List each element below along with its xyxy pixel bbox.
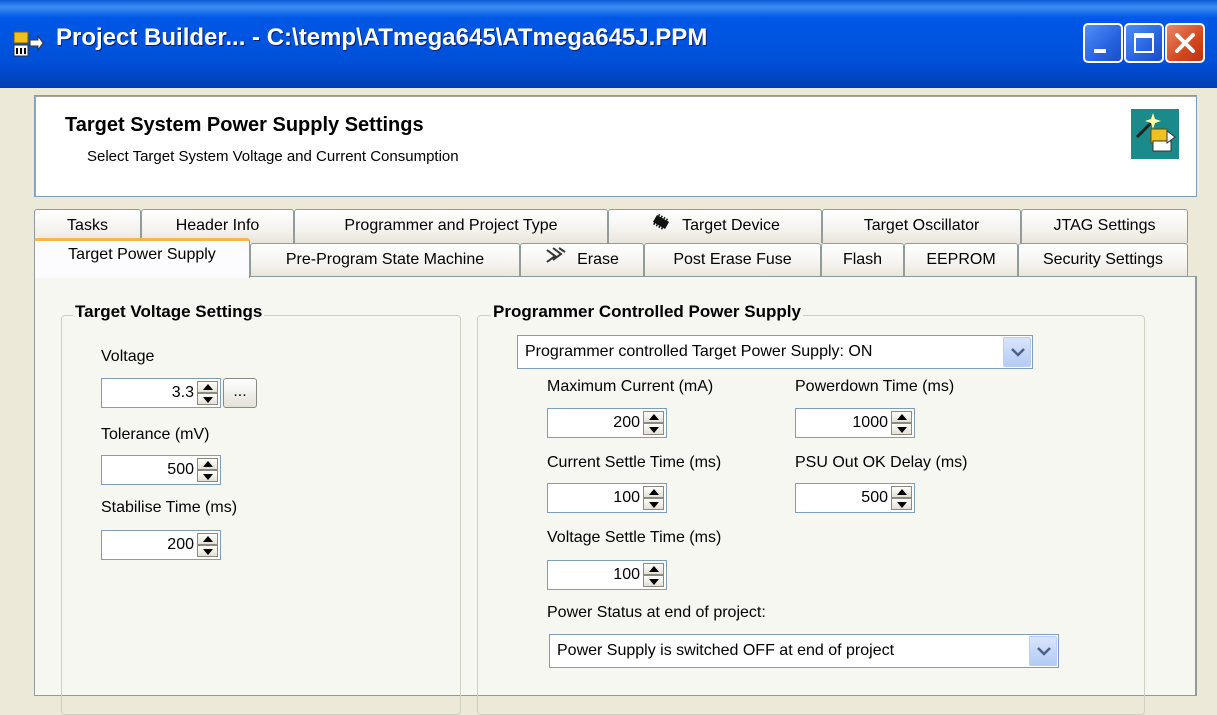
tab-target-device[interactable]: Target Device <box>608 209 822 243</box>
max-current-down-arrow-icon[interactable] <box>643 423 664 435</box>
wizard-icon <box>1131 109 1179 159</box>
max-current-up-arrow-icon[interactable] <box>643 411 664 423</box>
voltage-settle-time-value: 100 <box>613 566 640 583</box>
tab-post-erase-fuse[interactable]: Post Erase Fuse <box>644 243 821 277</box>
tolerance-label: Tolerance (mV) <box>101 426 210 443</box>
project-builder-icon[interactable] <box>12 28 44 60</box>
voltage-settle-time-spinbox[interactable]: 100 <box>547 560 667 590</box>
stabilise-up-arrow-icon[interactable] <box>197 533 218 545</box>
tolerance-value: 500 <box>167 461 194 478</box>
stabilise-time-spinbox[interactable]: 200 <box>101 530 221 560</box>
tab-target-power-supply[interactable]: Target Power Supply <box>34 238 250 278</box>
chip-icon <box>650 210 672 242</box>
tolerance-up-arrow-icon[interactable] <box>197 458 218 470</box>
voltage-up-arrow-icon[interactable] <box>197 381 218 393</box>
voltage-settle-time-label: Voltage Settle Time (ms) <box>547 529 722 546</box>
chevron-down-icon[interactable] <box>1003 337 1031 367</box>
voltage-value: 3.3 <box>171 384 194 401</box>
header-panel: Target System Power Supply Settings Sele… <box>34 95 1197 197</box>
target-voltage-group-title: Target Voltage Settings <box>73 302 265 322</box>
page-subtitle: Select Target System Voltage and Current… <box>87 148 459 165</box>
window-title: Project Builder... - C:\temp\ATmega645\A… <box>56 24 708 51</box>
powerdown-time-value: 1000 <box>852 414 888 431</box>
current-settle-up-arrow-icon[interactable] <box>643 486 664 498</box>
voltage-settle-down-arrow-icon[interactable] <box>643 575 664 587</box>
minimize-button[interactable] <box>1083 23 1123 63</box>
tolerance-down-arrow-icon[interactable] <box>197 470 218 482</box>
voltage-down-arrow-icon[interactable] <box>197 393 218 405</box>
powerdown-down-arrow-icon[interactable] <box>891 423 912 435</box>
power-status-label: Power Status at end of project: <box>547 604 766 621</box>
page-title: Target System Power Supply Settings <box>65 114 424 136</box>
tab-target-oscillator[interactable]: Target Oscillator <box>822 209 1021 243</box>
stabilise-down-arrow-icon[interactable] <box>197 545 218 557</box>
powerdown-time-label: Powerdown Time (ms) <box>795 378 955 395</box>
tab-erase[interactable]: Erase <box>520 243 644 277</box>
tab-jtag-settings[interactable]: JTAG Settings <box>1021 209 1188 243</box>
tab-eeprom[interactable]: EEPROM <box>904 243 1018 277</box>
title-bar[interactable]: Project Builder... - C:\temp\ATmega645\A… <box>0 0 1217 88</box>
current-settle-down-arrow-icon[interactable] <box>643 498 664 510</box>
power-supply-group-title: Programmer Controlled Power Supply <box>491 302 803 322</box>
max-current-label: Maximum Current (mA) <box>547 378 714 395</box>
power-supply-mode-select[interactable]: Programmer controlled Target Power Suppl… <box>517 335 1033 369</box>
tab-pre-program-state-machine[interactable]: Pre-Program State Machine <box>250 243 520 277</box>
powerdown-time-spinbox[interactable]: 1000 <box>795 408 915 438</box>
voltage-label: Voltage <box>101 348 155 365</box>
max-current-value: 200 <box>613 414 640 431</box>
tab-security-settings[interactable]: Security Settings <box>1018 243 1188 277</box>
chevron-down-icon[interactable] <box>1029 636 1057 666</box>
psu-ok-down-arrow-icon[interactable] <box>891 498 912 510</box>
psu-out-ok-delay-label: PSU Out OK Delay (ms) <box>795 454 968 471</box>
current-settle-time-label: Current Settle Time (ms) <box>547 454 722 471</box>
close-button[interactable] <box>1165 23 1205 63</box>
psu-out-ok-delay-spinbox[interactable]: 500 <box>795 483 915 513</box>
maximize-button[interactable] <box>1124 23 1164 63</box>
tab-flash[interactable]: Flash <box>821 243 904 277</box>
powerdown-up-arrow-icon[interactable] <box>891 411 912 423</box>
psu-ok-up-arrow-icon[interactable] <box>891 486 912 498</box>
stabilise-time-value: 200 <box>167 536 194 553</box>
voltage-settle-up-arrow-icon[interactable] <box>643 563 664 575</box>
tab-content-panel: Target Voltage Settings Voltage 3.3 ... … <box>34 276 1197 715</box>
erase-icon <box>545 244 567 276</box>
voltage-spinbox[interactable]: 3.3 <box>101 378 221 408</box>
power-supply-mode-value: Programmer controlled Target Power Suppl… <box>525 343 873 360</box>
tolerance-spinbox[interactable]: 500 <box>101 455 221 485</box>
power-status-value: Power Supply is switched OFF at end of p… <box>557 642 895 659</box>
current-settle-time-spinbox[interactable]: 100 <box>547 483 667 513</box>
voltage-browse-button[interactable]: ... <box>223 378 257 408</box>
psu-out-ok-delay-value: 500 <box>861 489 888 506</box>
current-settle-time-value: 100 <box>613 489 640 506</box>
tab-programmer-project-type[interactable]: Programmer and Project Type <box>294 209 608 243</box>
power-status-select[interactable]: Power Supply is switched OFF at end of p… <box>549 634 1059 668</box>
stabilise-time-label: Stabilise Time (ms) <box>101 499 238 516</box>
max-current-spinbox[interactable]: 200 <box>547 408 667 438</box>
